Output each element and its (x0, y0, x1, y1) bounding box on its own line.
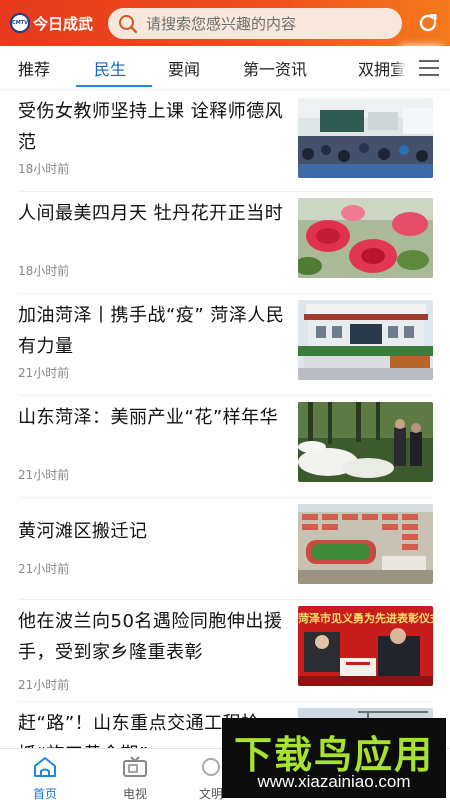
news-time: 18小时前 (18, 264, 70, 278)
news-title: 黄河滩区搬迁记 (18, 521, 148, 542)
app-logo[interactable]: CMTV 今日成武 (10, 13, 106, 34)
tv-icon (123, 756, 147, 777)
news-time: 21小时前 (18, 678, 70, 692)
news-item[interactable]: 山东菏泽：美丽产业“花”样年华 21小时前 (0, 396, 450, 498)
news-item[interactable]: 受伤女教师坚持上课 诠释师德风范 18小时前 (0, 90, 450, 192)
news-time: 18小时前 (18, 162, 70, 176)
news-thumbnail (298, 300, 433, 380)
tab-recommend[interactable]: 推荐 (18, 56, 50, 80)
active-tab-indicator (76, 85, 152, 87)
thumbnail-banner-text: 菏泽市见义勇为先进表彰仪式 (298, 611, 433, 625)
news-time: 21小时前 (18, 366, 70, 380)
nav-tv-label: 电视 (122, 787, 147, 800)
tab-headlines[interactable]: 要闻 (168, 56, 200, 80)
search-input[interactable] (146, 14, 386, 33)
refresh-icon[interactable] (416, 11, 440, 35)
tab-double-support[interactable]: 双拥宣 (358, 56, 406, 80)
news-title: 受伤女教师坚持上课 诠释师德风范 (18, 101, 284, 153)
nav-home-label: 首页 (32, 787, 57, 800)
news-time: 21小时前 (18, 562, 70, 576)
tab-first-news[interactable]: 第一资讯 (243, 56, 307, 80)
news-item[interactable]: 他在波兰向50名遇险同胞伸出援手，受到家乡隆重表彰 21小时前 菏泽市见义勇为先… (0, 600, 450, 702)
watermark-url: www.xiazainiao.com (257, 772, 411, 791)
watermark-title: 下载鸟应用 (233, 733, 434, 777)
cmtv-logo-icon: CMTV (10, 13, 30, 33)
search-icon (119, 14, 138, 33)
nav-tv[interactable]: 电视 (110, 755, 160, 800)
news-thumbnail (298, 504, 433, 584)
app-header: CMTV 今日成武 (0, 0, 450, 46)
news-thumbnail (298, 198, 433, 278)
news-item[interactable]: 黄河滩区搬迁记 21小时前 (0, 498, 450, 600)
news-title: 山东菏泽：美丽产业“花”样年华 (18, 407, 279, 428)
watermark-banner: 下载鸟应用 www.xiazainiao.com (222, 718, 446, 798)
app-name: 今日成武 (33, 14, 94, 33)
news-thumbnail (298, 402, 433, 482)
tab-menu-button[interactable] (408, 46, 450, 89)
news-title: 他在波兰向50名遇险同胞伸出援手，受到家乡隆重表彰 (18, 611, 283, 663)
news-thumbnail: 菏泽市见义勇为先进表彰仪式 (298, 606, 433, 686)
news-time: 21小时前 (18, 468, 70, 482)
news-item[interactable]: 加油菏泽丨携手战“疫” 菏泽人民有力量 21小时前 (0, 294, 450, 396)
nav-home[interactable]: 首页 (20, 755, 70, 800)
home-icon (34, 757, 56, 777)
news-title: 人间最美四月天 牡丹花开正当时 (18, 203, 284, 224)
search-bar[interactable] (108, 8, 402, 39)
news-title: 加油菏泽丨携手战“疫” 菏泽人民有力量 (18, 305, 285, 357)
menu-icon (419, 59, 439, 62)
tab-livelihood[interactable]: 民生 (94, 56, 126, 80)
civilization-icon (202, 758, 220, 776)
news-thumbnail (298, 98, 433, 178)
category-tabs: 推荐 民生 要闻 第一资讯 双拥宣 (0, 46, 450, 90)
news-item[interactable]: 人间最美四月天 牡丹花开正当时 18小时前 (0, 192, 450, 294)
